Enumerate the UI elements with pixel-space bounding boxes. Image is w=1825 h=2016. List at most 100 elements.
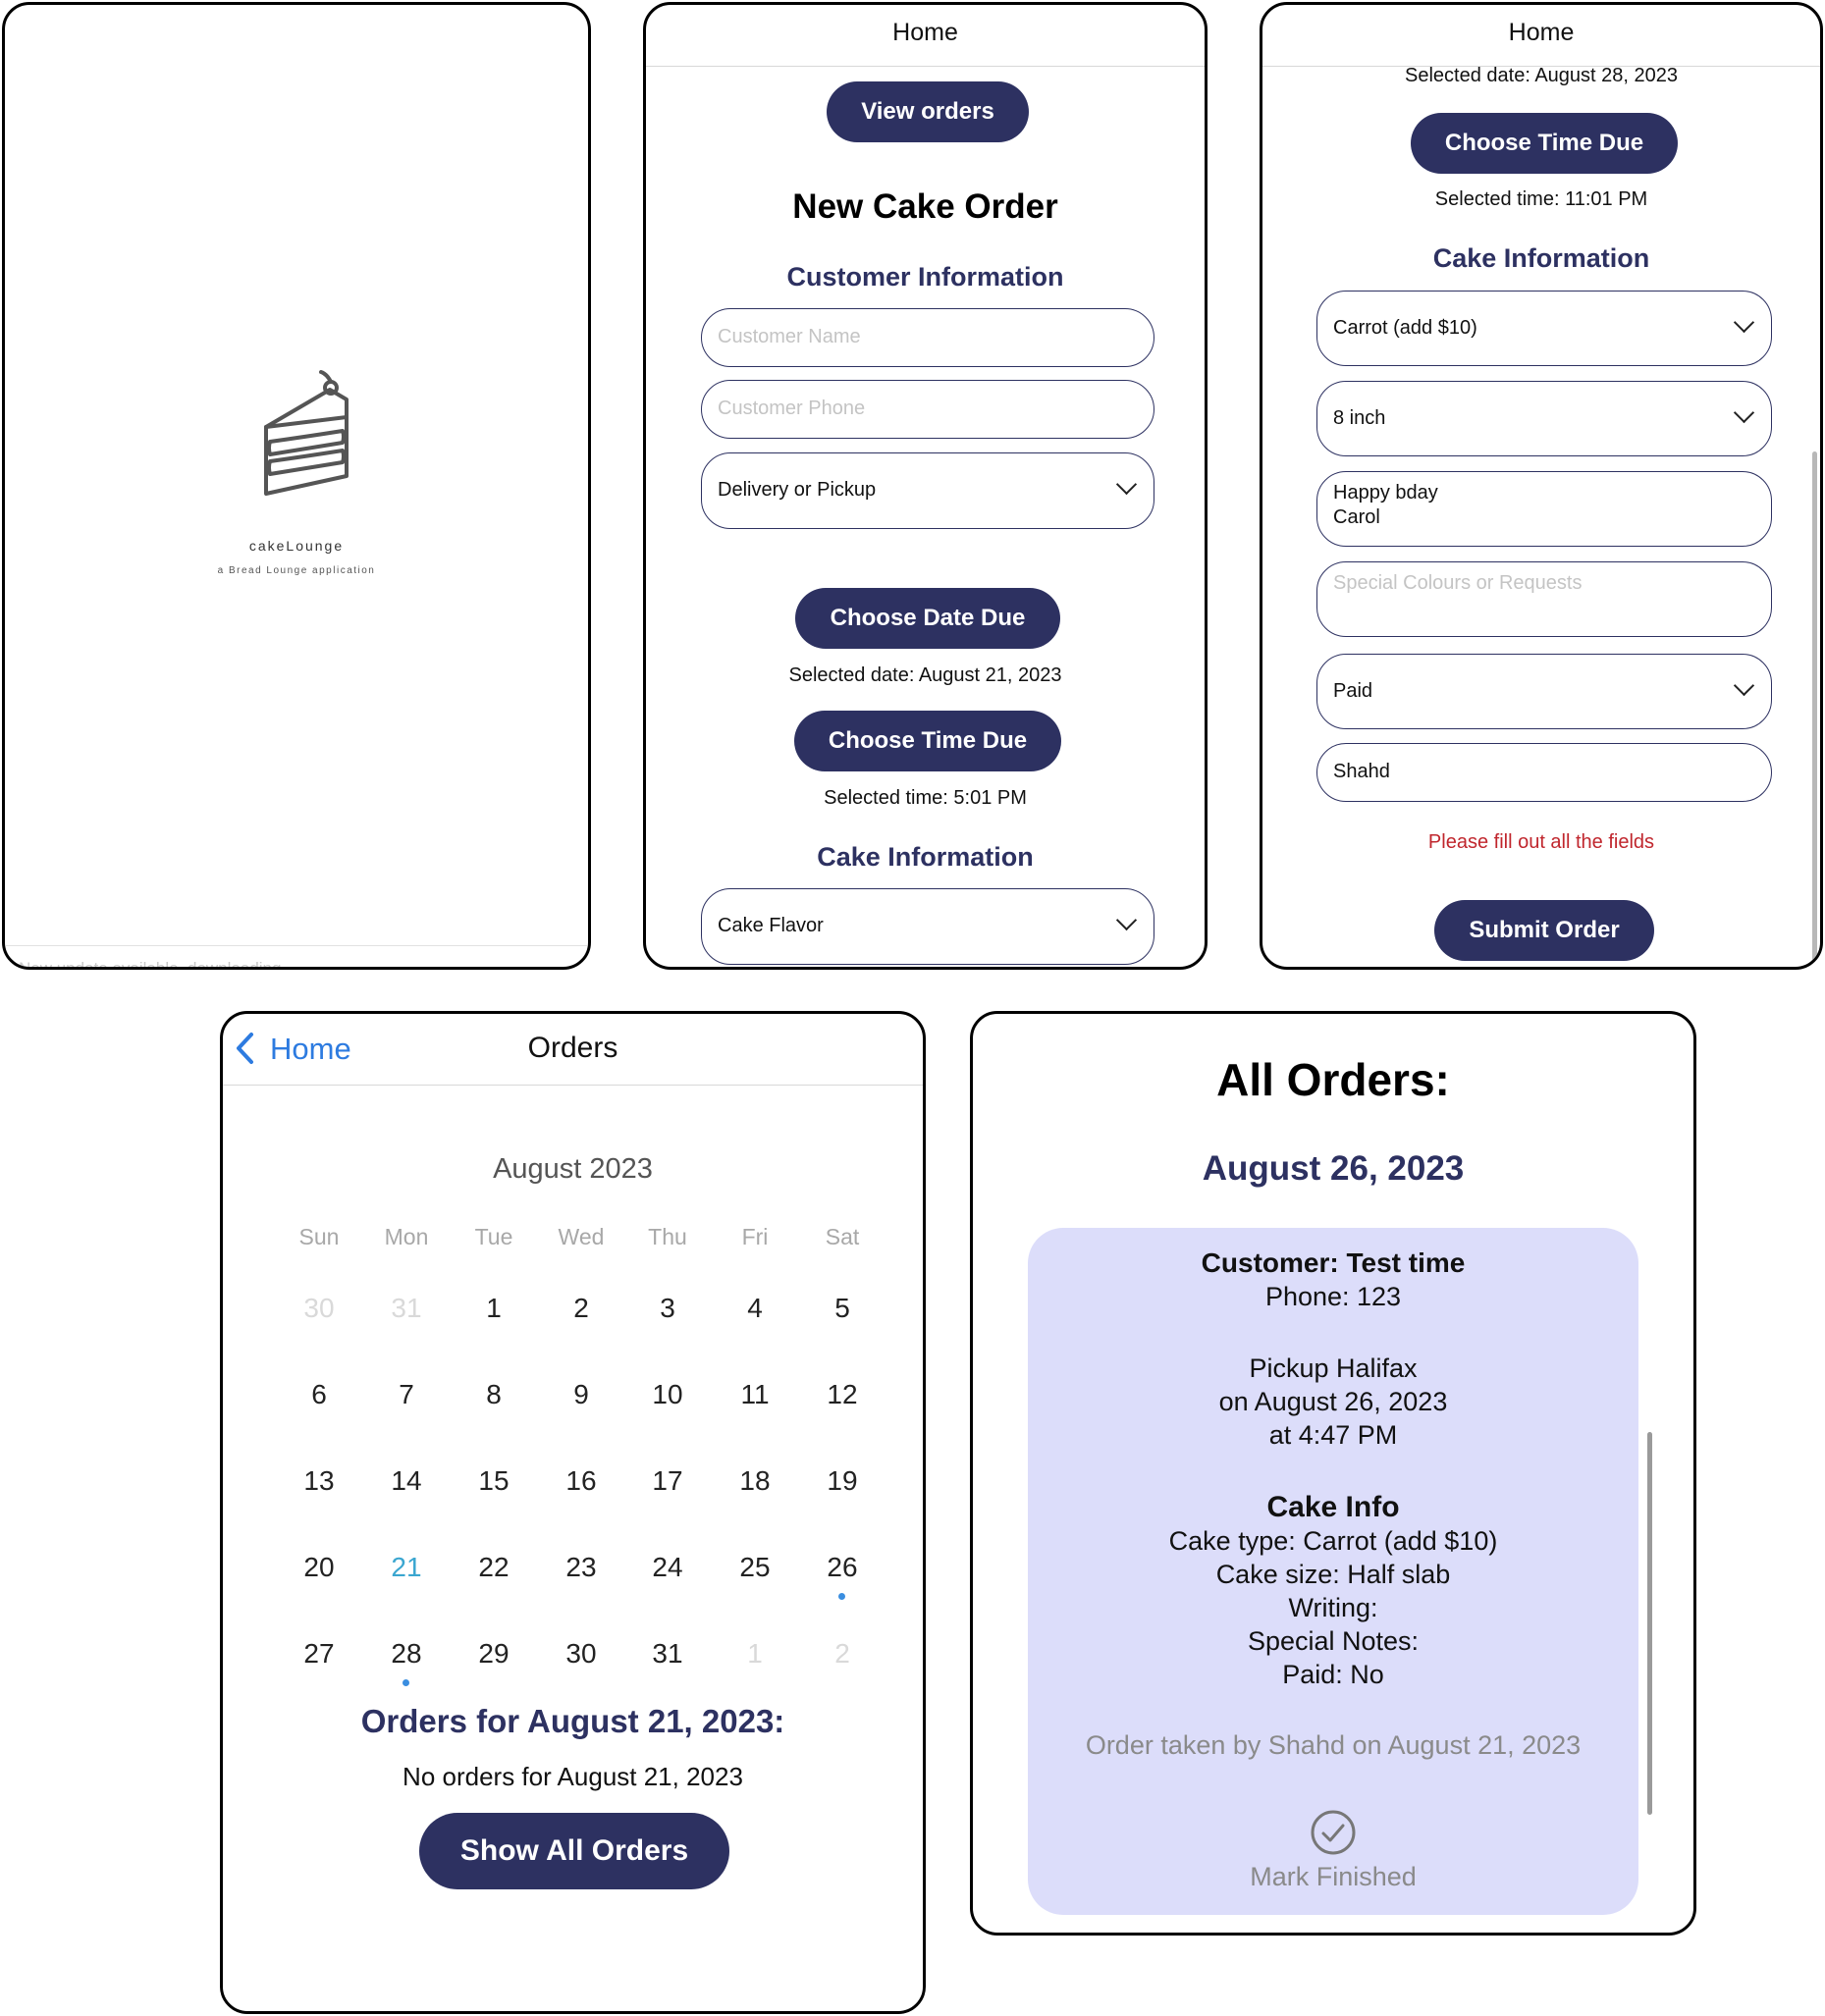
order-pickup: Pickup Halifax (1249, 1353, 1418, 1383)
chevron-down-icon (1733, 311, 1755, 334)
calendar-day[interactable]: 15 (459, 1465, 528, 1497)
calendar-day[interactable]: 6 (285, 1379, 353, 1410)
nav-title: Home (1508, 19, 1575, 46)
weekday-header: Fri (741, 1224, 769, 1249)
calendar-day[interactable]: 2 (547, 1293, 616, 1324)
customer-name-placeholder: Customer Name (718, 326, 861, 347)
cake-writing-input[interactable]: Happy bday Carol (1316, 471, 1772, 547)
calendar-day[interactable]: 5 (808, 1293, 877, 1324)
calendar-day[interactable]: 14 (372, 1465, 441, 1497)
order-indicator-dot (838, 1593, 845, 1600)
taken-by-input[interactable]: Shahd (1316, 743, 1772, 802)
checkmark-circle-icon[interactable] (1310, 1809, 1357, 1856)
special-requests-placeholder: Special Colours or Requests (1333, 572, 1583, 594)
cake-info-title: Cake Info (1266, 1491, 1400, 1523)
order-indicator-dot (403, 1679, 409, 1686)
order-phone: Phone: 123 (1264, 1282, 1402, 1311)
calendar-day[interactable]: 22 (459, 1552, 528, 1583)
calendar-day[interactable]: 25 (721, 1552, 789, 1583)
calendar-day[interactable]: 18 (721, 1465, 789, 1497)
paid-status: Paid: No (1282, 1660, 1384, 1689)
mark-finished-button[interactable]: Mark Finished (1028, 1862, 1638, 1892)
submit-order-button[interactable]: Submit Order (1434, 900, 1654, 961)
choose-time-button[interactable]: Choose Time Due (794, 711, 1061, 771)
order-customer: Customer: Test time (1201, 1247, 1466, 1278)
selected-time-text: Selected time: 5:01 PM (824, 787, 1027, 809)
calendar-day[interactable]: 24 (633, 1552, 702, 1583)
cake-flavor-value: Carrot (add $10) (1333, 317, 1477, 339)
calendar-day[interactable]: 1 (459, 1293, 528, 1324)
customer-name-input[interactable]: Customer Name (701, 308, 1154, 367)
customer-phone-input[interactable]: Customer Phone (701, 380, 1154, 439)
cake-flavor-select[interactable]: Carrot (add $10) (1316, 291, 1772, 366)
calendar-day[interactable]: 23 (547, 1552, 616, 1583)
cake-section-title: Cake Information (817, 842, 1034, 872)
weekday-header: Tue (474, 1224, 513, 1249)
taken-by-value: Shahd (1333, 761, 1390, 782)
choose-time-button[interactable]: Choose Time Due (1411, 113, 1678, 174)
view-orders-button[interactable]: View orders (827, 81, 1029, 142)
error-message: Please fill out all the fields (1427, 831, 1655, 853)
cake-size-value: 8 inch (1333, 407, 1386, 429)
calendar-day[interactable]: 12 (808, 1379, 877, 1410)
calendar-day: 2 (834, 1638, 850, 1669)
calendar-day[interactable]: 21 (372, 1552, 441, 1583)
calendar-day[interactable]: 9 (547, 1379, 616, 1410)
cake-size-select[interactable]: 8 inch (1316, 381, 1772, 456)
calendar-day[interactable]: 7 (372, 1379, 441, 1410)
calendar-day[interactable]: 11 (721, 1379, 789, 1410)
paid-select[interactable]: Paid (1316, 654, 1772, 729)
page-title: New Cake Order (792, 187, 1058, 226)
selected-time-text: Selected time: 11:01 PM (1434, 188, 1648, 210)
calendar-day[interactable]: 13 (285, 1465, 353, 1497)
calendar-day[interactable]: 19 (808, 1465, 877, 1497)
scrollbar[interactable] (1647, 1432, 1652, 1815)
cake-slice-logo-icon (264, 370, 349, 496)
writing-line-2: Carol (1333, 506, 1380, 528)
selected-date-text: Selected date: August 21, 2023 (788, 664, 1062, 686)
new-order-screen-top: Home View orders New Cake Order Customer… (643, 2, 1208, 970)
nav-bar: Home (1262, 5, 1820, 67)
delivery-pickup-select[interactable]: Delivery or Pickup (701, 452, 1154, 529)
nav-title: Orders (527, 1032, 618, 1064)
order-date: on August 26, 2023 (1218, 1387, 1448, 1416)
calendar-day[interactable]: 17 (633, 1465, 702, 1497)
cake-size: Cake size: Half slab (1215, 1560, 1451, 1589)
calendar-day[interactable]: 3 (633, 1293, 702, 1324)
calendar-day[interactable]: 4 (721, 1293, 789, 1324)
page-title: All Orders: (1216, 1054, 1450, 1105)
month-label: August 2023 (493, 1153, 653, 1185)
order-time: at 4:47 PM (1268, 1420, 1398, 1450)
calendar-day[interactable]: 26 (808, 1552, 877, 1583)
calendar-day[interactable]: 30 (547, 1638, 616, 1670)
update-status-text: New update available, downloading... (19, 959, 295, 970)
status-divider (5, 945, 588, 946)
writing-line-1: Happy bday (1333, 482, 1438, 504)
calendar-day[interactable]: 10 (633, 1379, 702, 1410)
nav-bar: Home (646, 5, 1205, 67)
show-all-orders-button[interactable]: Show All Orders (419, 1813, 729, 1889)
scrollbar[interactable] (1812, 451, 1817, 967)
calendar-day[interactable]: 29 (459, 1638, 528, 1670)
calendar-day[interactable]: 27 (285, 1638, 353, 1670)
all-orders-screen: All Orders: August 26, 2023 Customer: Te… (970, 1011, 1696, 1936)
calendar-day[interactable]: 20 (285, 1552, 353, 1583)
chevron-down-icon (1733, 674, 1755, 697)
orders-calendar-screen: Home Orders August 2023 Sun Mon Tue Wed Thu F… (220, 1011, 926, 2014)
special-requests-input[interactable]: Special Colours or Requests (1316, 561, 1772, 637)
calendar-day[interactable]: 16 (547, 1465, 616, 1497)
orders-heading: Orders for August 21, 2023: (360, 1703, 785, 1739)
calendar-day: 30 (303, 1293, 335, 1323)
splash-screen: cakeLounge a Bread Lounge application Ne… (2, 2, 591, 970)
calendar-day[interactable]: 31 (633, 1638, 702, 1670)
calendar-day[interactable]: 8 (459, 1379, 528, 1410)
cake-flavor-select[interactable]: Cake Flavor (701, 888, 1154, 965)
order-card: Customer: Test time Phone: 123 Pickup Ha… (1028, 1228, 1638, 1915)
calendar-day[interactable]: 28 (372, 1638, 441, 1670)
weekday-header: Mon (384, 1224, 429, 1249)
calendar-day: 31 (391, 1293, 422, 1323)
cake-section-title: Cake Information (1432, 243, 1650, 273)
cake-writing: Writing: (1288, 1593, 1378, 1622)
chevron-down-icon (1733, 401, 1755, 424)
choose-date-button[interactable]: Choose Date Due (795, 588, 1060, 649)
